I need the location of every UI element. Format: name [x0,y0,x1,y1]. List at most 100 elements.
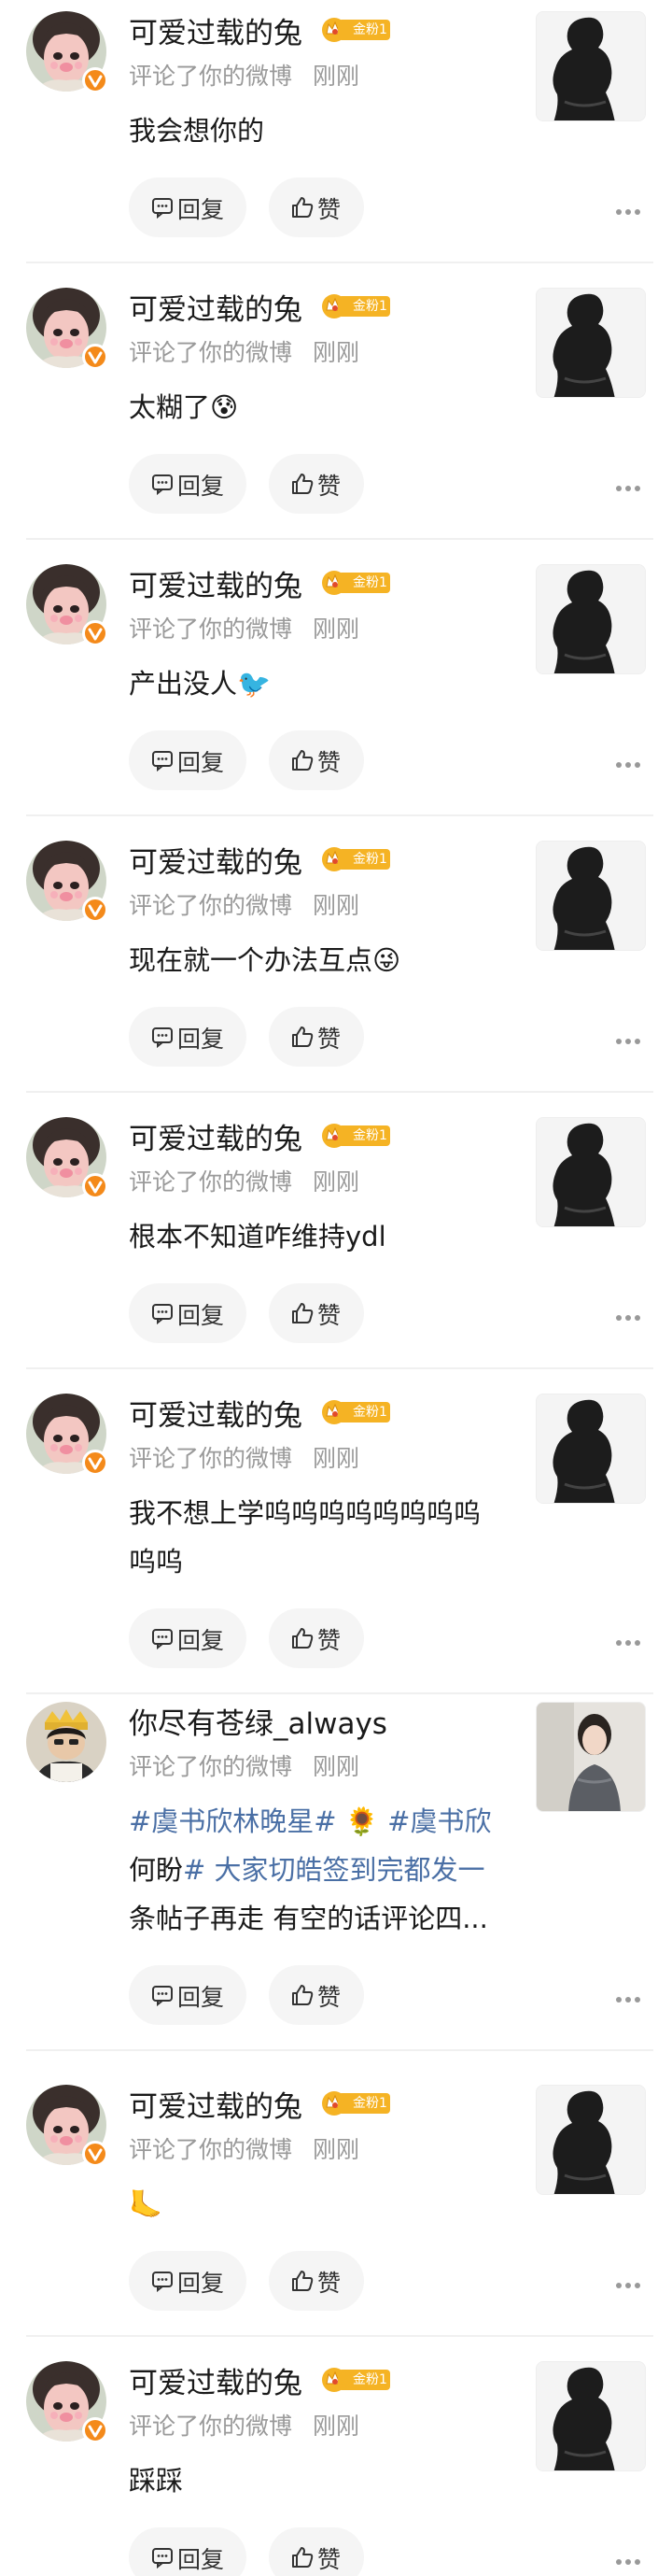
action-text: 评论了你的微博 [129,892,293,919]
reply-label: 回复 [177,1302,225,1329]
post-thumbnail[interactable] [536,841,646,951]
more-options-icon[interactable] [614,2276,642,2288]
username[interactable]: 可爱过载的兔 [129,839,302,881]
like-label: 赞 [317,1302,342,1329]
avatar[interactable] [26,2361,108,2443]
silhouette-thumbnail [537,2362,645,2470]
avatar[interactable] [26,2085,108,2167]
comment-text[interactable]: 根本不知道咋维持ydl [129,1212,521,1261]
more-options-icon[interactable] [614,756,642,768]
like-label: 赞 [317,749,342,776]
comment-text[interactable]: 踩踩 [129,2456,521,2505]
reply-label: 回复 [177,2270,225,2297]
avatar[interactable] [26,1394,108,1476]
comment-line: 根本不知道咋维持ydl [129,1221,386,1253]
more-options-icon[interactable] [614,203,642,215]
divider [26,814,653,816]
username[interactable]: 可爱过载的兔 [129,2083,302,2125]
like-button[interactable]: 赞 [269,1608,364,1668]
comment-text[interactable]: 我会想你的 [129,106,521,155]
notification-meta: 评论了你的微博 刚刚 [129,2131,359,2165]
username[interactable]: 可爱过载的兔 [129,9,302,51]
fan-badge: 金粉1 [321,293,390,319]
action-text: 评论了你的微博 [129,2136,293,2163]
reply-button[interactable]: 回复 [129,730,246,790]
silhouette-thumbnail [537,1394,645,1503]
username[interactable]: 可爱过载的兔 [129,1392,302,1434]
fan-badge-label: 金粉1 [338,20,390,40]
timestamp: 刚刚 [313,1445,360,1472]
silhouette-thumbnail [537,565,645,673]
comment-text[interactable]: 现在就一个办法互点😜 [129,936,521,984]
post-thumbnail[interactable] [536,1702,646,1812]
fan-badge-label: 金粉1 [338,573,390,593]
username[interactable]: 你尽有苍绿_always [129,1700,387,1742]
thumbs-up-icon [291,1984,314,2006]
thumbs-up-icon [291,196,314,219]
reply-button[interactable]: 回复 [129,1965,246,2025]
more-options-icon[interactable] [614,1990,642,2003]
verified-icon [82,67,108,93]
divider [26,1692,653,1694]
thumbs-up-icon [291,1627,314,1649]
more-options-icon[interactable] [614,1634,642,1646]
post-thumbnail[interactable] [536,2085,646,2195]
avatar[interactable] [26,564,108,646]
like-button[interactable]: 赞 [269,177,364,237]
comment-text[interactable]: 产出没人🐦 [129,659,521,708]
fan-badge-label: 金粉1 [338,849,390,870]
action-text: 评论了你的微博 [129,1168,293,1196]
post-thumbnail[interactable] [536,2361,646,2471]
like-button[interactable]: 赞 [269,1965,364,2025]
post-thumbnail[interactable] [536,1394,646,1504]
avatar[interactable] [26,1117,108,1199]
username[interactable]: 可爱过载的兔 [129,1115,302,1157]
reply-button[interactable]: 回复 [129,2251,246,2311]
comment-text[interactable]: 太糊了😰 [129,383,521,432]
silhouette-thumbnail [537,289,645,397]
username[interactable]: 可爱过载的兔 [129,286,302,328]
post-thumbnail[interactable] [536,11,646,121]
like-button[interactable]: 赞 [269,2527,364,2576]
comment-text[interactable]: 我不想上学呜呜呜呜呜呜呜呜 呜呜 [129,1489,521,1586]
like-button[interactable]: 赞 [269,454,364,514]
reply-button[interactable]: 回复 [129,2527,246,2576]
like-label: 赞 [317,1026,342,1053]
reply-button[interactable]: 回复 [129,454,246,514]
verified-icon [82,2417,108,2443]
avatar[interactable] [26,11,108,93]
notification-meta: 评论了你的微博 刚刚 [129,1164,359,1197]
avatar[interactable] [26,841,108,923]
reply-button[interactable]: 回复 [129,1608,246,1668]
fan-badge: 金粉1 [321,17,390,43]
more-options-icon[interactable] [614,1032,642,1044]
comment-text[interactable]: #虞书欣林晚星# 🌻 #虞书欣 何盼# 大家切皓签到完都发一 条帖子再走 有空的话评… [129,1797,521,1943]
reply-button[interactable]: 回复 [129,1283,246,1343]
post-thumbnail[interactable] [536,1117,646,1227]
more-options-icon[interactable] [614,2553,642,2565]
timestamp: 刚刚 [313,1753,360,1780]
like-label: 赞 [317,196,342,223]
timestamp: 刚刚 [313,339,360,366]
comment-line: 🦶 [129,2188,163,2220]
thumbs-up-icon [291,749,314,771]
silhouette-thumbnail [537,12,645,120]
like-button[interactable]: 赞 [269,1283,364,1343]
comment-line: 现在就一个办法互点😜 [129,944,401,976]
post-thumbnail[interactable] [536,564,646,674]
post-thumbnail[interactable] [536,288,646,398]
silhouette-thumbnail [537,2086,645,2194]
username[interactable]: 可爱过载的兔 [129,2359,302,2401]
like-button[interactable]: 赞 [269,730,364,790]
username[interactable]: 可爱过载的兔 [129,562,302,604]
comment-text[interactable]: 🦶 [129,2180,521,2229]
reply-button[interactable]: 回复 [129,177,246,237]
timestamp: 刚刚 [313,2136,360,2163]
reply-button[interactable]: 回复 [129,1007,246,1067]
avatar[interactable] [26,1702,106,1782]
more-options-icon[interactable] [614,479,642,491]
like-button[interactable]: 赞 [269,2251,364,2311]
more-options-icon[interactable] [614,1309,642,1321]
avatar[interactable] [26,288,108,370]
like-button[interactable]: 赞 [269,1007,364,1067]
